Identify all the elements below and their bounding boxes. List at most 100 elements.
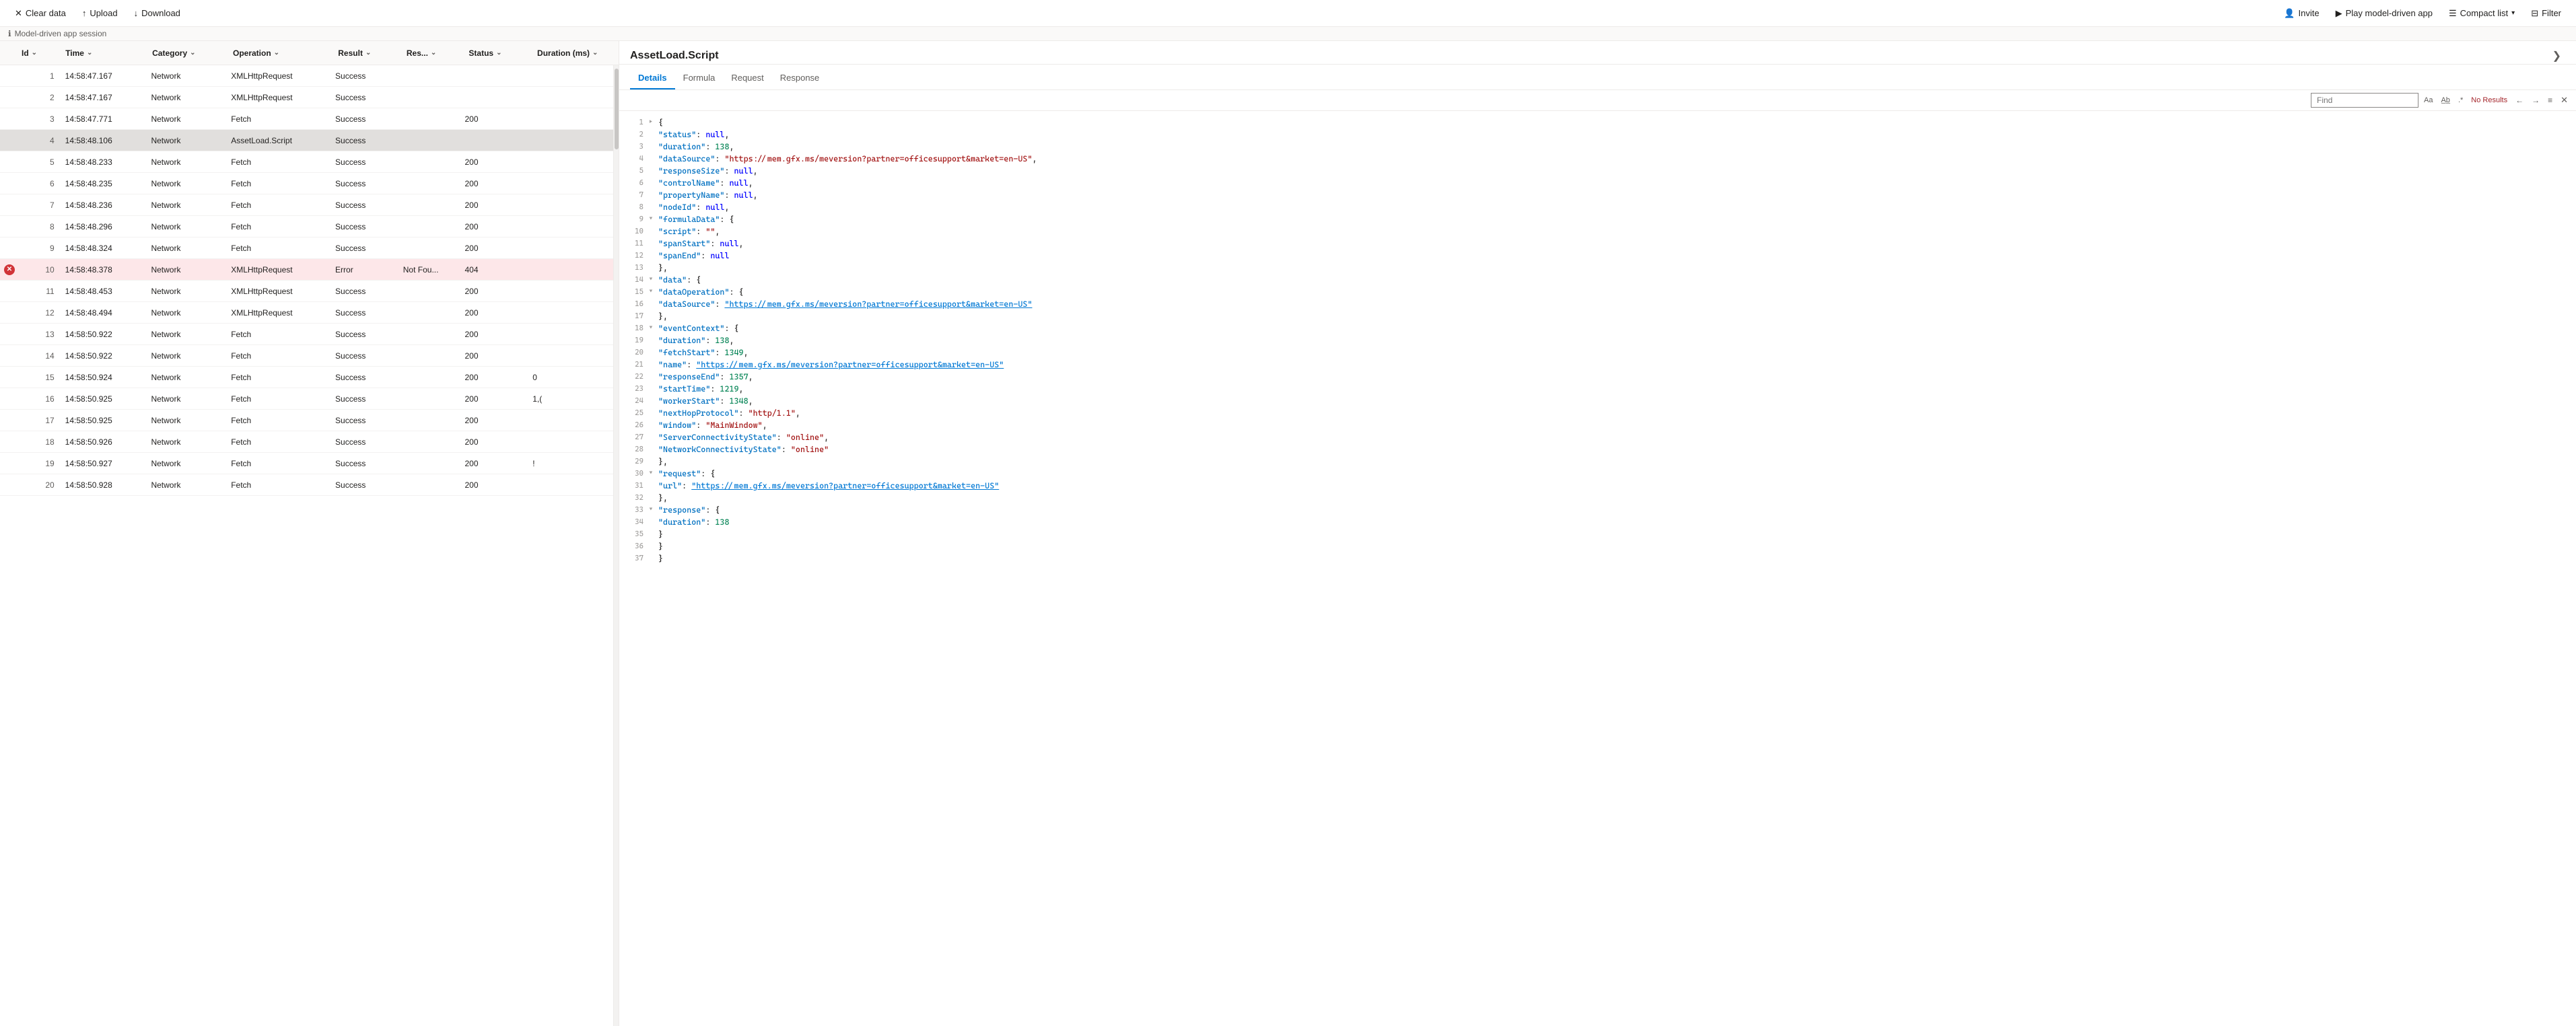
code-line: 27 "ServerConnectivityState": "online", <box>619 431 2576 443</box>
table-row[interactable]: 1314:58:50.922NetworkFetchSuccess200 <box>0 324 613 345</box>
invite-button[interactable]: 👤 Invite <box>2277 5 2326 22</box>
tab-details[interactable]: Details <box>630 67 675 89</box>
table-row[interactable]: 614:58:48.235NetworkFetchSuccess200 <box>0 173 613 194</box>
compact-list-button[interactable]: ☰ Compact list ▾ <box>2442 5 2521 22</box>
table-row[interactable]: 1514:58:50.924NetworkFetchSuccess2000 <box>0 367 613 388</box>
filter-button[interactable]: ⊟ Filter <box>2524 5 2568 22</box>
scroll-track[interactable] <box>613 65 619 1026</box>
find-close-button[interactable]: ✕ <box>2558 94 2571 107</box>
col-header-id[interactable]: Id ⌄ <box>16 48 60 58</box>
table-row[interactable]: 414:58:48.106NetworkAssetLoad.ScriptSucc… <box>0 130 613 151</box>
table-row[interactable]: ✕1014:58:48.378NetworkXMLHttpRequestErro… <box>0 259 613 281</box>
code-line: 4 "dataSource": "https://mem.gfx.ms/meve… <box>619 153 2576 165</box>
table-cell: 11 <box>16 287 60 296</box>
detail-close-button[interactable]: ❯ <box>2548 48 2565 64</box>
line-content: } <box>658 528 2571 540</box>
row-prefix: ✕ <box>0 264 16 275</box>
table-cell: Success <box>330 136 398 145</box>
table-cell: 14:58:48.324 <box>60 244 146 253</box>
match-case-button[interactable]: Aa <box>2421 95 2435 106</box>
expand-toggle[interactable]: ▾ <box>649 213 658 225</box>
scroll-thumb[interactable] <box>615 69 619 149</box>
table-row[interactable]: 914:58:48.324NetworkFetchSuccess200 <box>0 237 613 259</box>
line-content: "url": "https://mem.gfx.ms/meversion?par… <box>658 480 2571 492</box>
tab-response[interactable]: Response <box>772 67 828 89</box>
code-line: 12 "spanEnd": null <box>619 250 2576 262</box>
find-prev-button[interactable]: ← <box>2513 94 2526 106</box>
line-number: 13 <box>625 262 643 274</box>
col-header-duration[interactable]: Duration (ms) ⌄ <box>532 48 619 58</box>
table-row[interactable]: 714:58:48.236NetworkFetchSuccess200 <box>0 194 613 216</box>
table-row[interactable]: 1714:58:50.925NetworkFetchSuccess200 <box>0 410 613 431</box>
code-viewer[interactable]: 1▸{2 "status": null,3 "duration": 138,4 … <box>619 111 2576 1026</box>
upload-button[interactable]: ↑ Upload <box>75 5 125 21</box>
table-row[interactable]: 1614:58:50.925NetworkFetchSuccess2001,( <box>0 388 613 410</box>
table-cell: Fetch <box>225 114 330 124</box>
table-cell: Network <box>145 480 225 490</box>
download-button[interactable]: ↓ Download <box>127 5 187 21</box>
toolbar-right: 👤 Invite ▶ Play model-driven app ☰ Compa… <box>2277 5 2568 22</box>
table-row[interactable]: 314:58:47.771NetworkFetchSuccess200 <box>0 108 613 130</box>
table-cell: Success <box>330 200 398 210</box>
expand-toggle[interactable]: ▾ <box>649 504 658 516</box>
table-row[interactable]: 1814:58:50.926NetworkFetchSuccess200 <box>0 431 613 453</box>
expand-toggle[interactable]: ▾ <box>649 468 658 480</box>
col-header-result[interactable]: Result ⌄ <box>333 48 401 58</box>
code-line: 14▾ "data": { <box>619 274 2576 286</box>
code-line: 3 "duration": 138, <box>619 141 2576 153</box>
expand-toggle[interactable]: ▾ <box>649 286 658 298</box>
table-cell: Fetch <box>225 200 330 210</box>
line-content: "data": { <box>658 274 2571 286</box>
table-cell: 200 <box>459 287 527 296</box>
col-header-status[interactable]: Status ⌄ <box>463 48 532 58</box>
expand-toggle[interactable]: ▸ <box>649 116 658 129</box>
code-line: 11 "spanStart": null, <box>619 237 2576 250</box>
clear-data-button[interactable]: ✕ Clear data <box>8 5 73 22</box>
line-number: 9 <box>625 213 643 225</box>
tab-formula[interactable]: Formula <box>675 67 724 89</box>
find-input[interactable] <box>2311 93 2418 108</box>
line-content: "ServerConnectivityState": "online", <box>658 431 2571 443</box>
category-sort-icon: ⌄ <box>190 49 195 57</box>
table-cell: Network <box>145 71 225 81</box>
col-header-category[interactable]: Category ⌄ <box>147 48 228 58</box>
table-cell: Network <box>145 265 225 274</box>
table-row[interactable]: 114:58:47.167NetworkXMLHttpRequestSucces… <box>0 65 613 87</box>
table-row[interactable]: 214:58:47.167NetworkXMLHttpRequestSucces… <box>0 87 613 108</box>
table-cell: 7 <box>16 200 60 210</box>
table-cell: Success <box>330 71 398 81</box>
col-header-res[interactable]: Res... ⌄ <box>401 48 464 58</box>
table-row[interactable]: 1214:58:48.494NetworkXMLHttpRequestSucce… <box>0 302 613 324</box>
expand-toggle[interactable]: ▾ <box>649 322 658 334</box>
table-cell: Success <box>330 351 398 361</box>
table-cell: 200 <box>459 200 527 210</box>
line-number: 16 <box>625 298 643 310</box>
col-header-time[interactable]: Time ⌄ <box>60 48 147 58</box>
table-cell: 13 <box>16 330 60 339</box>
filter-icon: ⊟ <box>2531 8 2538 19</box>
table-row[interactable]: 1914:58:50.927NetworkFetchSuccess200! <box>0 453 613 474</box>
table-row[interactable]: 514:58:48.233NetworkFetchSuccess200 <box>0 151 613 173</box>
invite-icon: 👤 <box>2284 8 2295 19</box>
line-content: "propertyName": null, <box>658 189 2571 201</box>
table-cell: 14:58:50.925 <box>60 416 146 425</box>
find-next-button[interactable]: → <box>2529 94 2542 106</box>
tab-request[interactable]: Request <box>723 67 771 89</box>
table-row[interactable]: 2014:58:50.928NetworkFetchSuccess200 <box>0 474 613 496</box>
code-line: 23 "startTime": 1219, <box>619 383 2576 395</box>
expand-toggle[interactable]: ▾ <box>649 274 658 286</box>
col-header-operation[interactable]: Operation ⌄ <box>228 48 333 58</box>
table-cell: Network <box>145 93 225 102</box>
table-row[interactable]: 814:58:48.296NetworkFetchSuccess200 <box>0 216 613 237</box>
play-model-button[interactable]: ▶ Play model-driven app <box>2329 5 2439 22</box>
table-row[interactable]: 1114:58:48.453NetworkXMLHttpRequestSucce… <box>0 281 613 302</box>
match-word-button[interactable]: A̲b̲ <box>2438 95 2452 106</box>
operation-sort-icon: ⌄ <box>274 49 279 57</box>
table-cell: 0 <box>527 373 613 382</box>
find-list-button[interactable]: ≡ <box>2545 94 2555 106</box>
regex-button[interactable]: .* <box>2456 95 2466 106</box>
table-row[interactable]: 1414:58:50.922NetworkFetchSuccess200 <box>0 345 613 367</box>
id-sort-icon: ⌄ <box>32 49 37 57</box>
line-content: "window": "MainWindow", <box>658 419 2571 431</box>
table-cell: 14:58:48.236 <box>60 200 146 210</box>
